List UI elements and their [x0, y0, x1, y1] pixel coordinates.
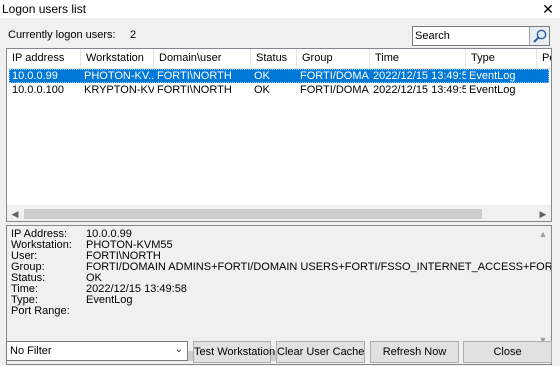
table-row[interactable]: 10.0.0.100 KRYPTON-KV... FORTI\NORTH OK …: [9, 83, 549, 97]
column-header-status[interactable]: Status: [251, 49, 297, 69]
column-header-port[interactable]: Po: [537, 49, 551, 69]
cell-ip: 10.0.0.100: [12, 84, 64, 96]
cell-domain-user: FORTI\NORTH: [157, 84, 232, 96]
cell-workstation: PHOTON-KV...: [84, 70, 154, 82]
refresh-now-button[interactable]: Refresh Now: [370, 341, 459, 363]
chevron-down-icon[interactable]: ⌄: [175, 344, 183, 355]
column-header-domain-user[interactable]: Domain\user: [154, 49, 251, 69]
detail-value: FORTI/DOMAIN ADMINS+FORTI/DOMAIN USERS+F…: [86, 261, 552, 273]
title-bar: Logon users list ✕: [0, 0, 560, 18]
logon-users-table[interactable]: IP address Workstation Domain\user Statu…: [6, 48, 552, 222]
table-horizontal-scrollbar[interactable]: ◀ ▶: [7, 205, 551, 221]
detail-label: Port Range:: [11, 305, 70, 317]
column-header-workstation[interactable]: Workstation: [81, 49, 154, 69]
cell-ip: 10.0.0.99: [12, 70, 58, 82]
details-vertical-scrollbar[interactable]: ▲ ▼: [535, 226, 551, 348]
scroll-right-icon[interactable]: ▶: [535, 206, 551, 221]
search-icon: [533, 29, 547, 43]
cell-group: FORTI/DOMA...: [300, 70, 370, 82]
close-button[interactable]: Close: [463, 341, 552, 363]
window-title: Logon users list: [2, 2, 87, 16]
column-header-type[interactable]: Type: [466, 49, 537, 69]
cell-workstation: KRYPTON-KV...: [84, 84, 154, 96]
search-input[interactable]: [415, 28, 527, 44]
logon-users-count-label: Currently logon users:: [8, 29, 116, 41]
cell-status: OK: [254, 84, 270, 96]
scroll-up-icon[interactable]: ▲: [535, 226, 551, 242]
column-header-group[interactable]: Group: [297, 49, 370, 69]
close-icon[interactable]: ✕: [536, 0, 560, 18]
search-box[interactable]: [412, 26, 550, 46]
cell-group: FORTI/DOMA...: [300, 84, 370, 96]
cell-type: EventLog: [469, 70, 516, 82]
detail-value: EventLog: [86, 294, 133, 306]
cell-time: 2022/12/15 13:49:58: [373, 70, 466, 82]
search-button[interactable]: [529, 27, 549, 45]
logon-users-count: 2: [130, 29, 137, 41]
cell-status: OK: [254, 70, 270, 82]
scroll-left-icon[interactable]: ◀: [7, 206, 23, 221]
test-workstation-button[interactable]: Test Workstation: [193, 341, 275, 363]
scrollbar-thumb[interactable]: [24, 209, 482, 219]
column-header-ip[interactable]: IP address: [7, 49, 81, 69]
clear-user-cache-button[interactable]: Clear User Cache: [276, 341, 365, 363]
table-header: IP address Workstation Domain\user Statu…: [7, 49, 551, 69]
cell-time: 2022/12/15 13:49:58: [373, 84, 466, 96]
cell-domain-user: FORTI\NORTH: [157, 70, 232, 82]
table-row[interactable]: 10.0.0.99 PHOTON-KV... FORTI\NORTH OK FO…: [9, 69, 549, 83]
cell-type: EventLog: [469, 84, 516, 96]
filter-value: No Filter: [10, 345, 52, 357]
filter-select[interactable]: No Filter ⌄: [6, 341, 188, 361]
column-header-time[interactable]: Time: [370, 49, 466, 69]
